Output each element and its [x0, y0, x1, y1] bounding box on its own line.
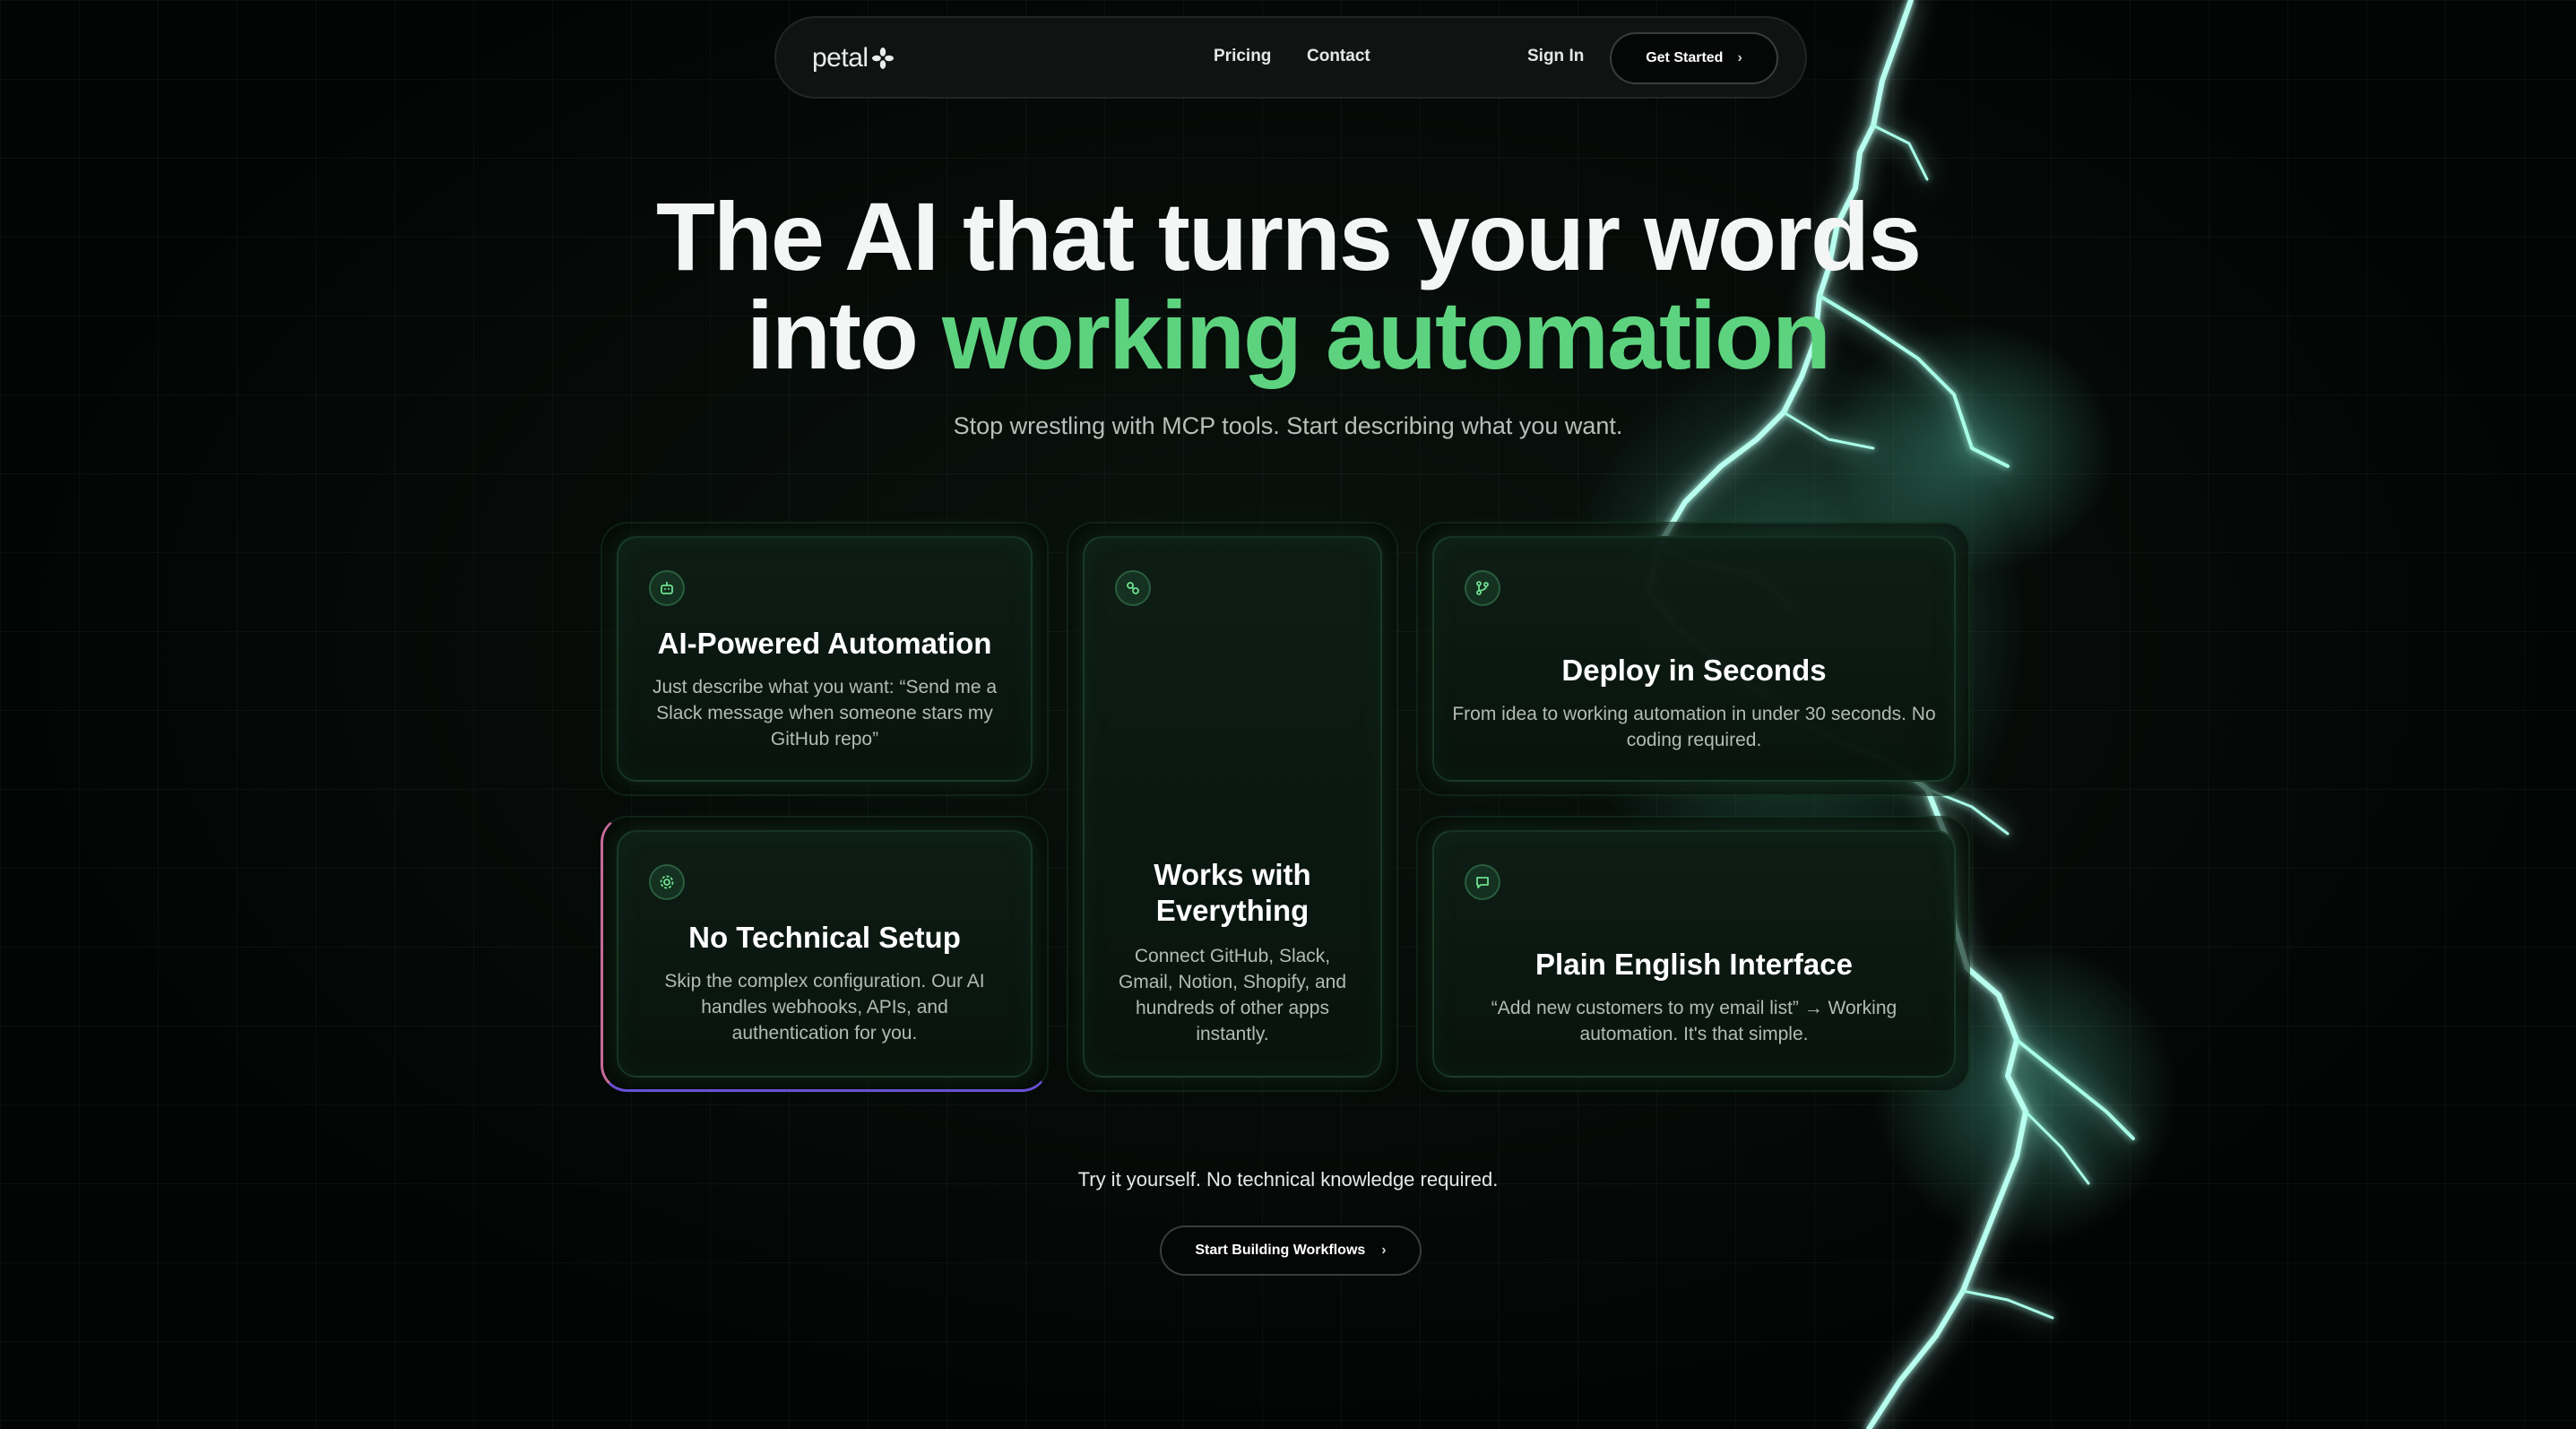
get-started-label: Get Started: [1646, 50, 1724, 65]
feature-card-integrations: Works with Everything Connect GitHub, Sl…: [1083, 536, 1382, 1078]
hero-title-prefix: into: [747, 281, 942, 389]
feature-description: Connect GitHub, Slack, Gmail, Notion, Sh…: [1118, 946, 1347, 1044]
feature-card-deploy: Deploy in Seconds From idea to working a…: [1432, 536, 1956, 782]
cta-text: Try it yourself. No technical knowledge …: [1077, 1168, 1499, 1191]
nav-link-pricing[interactable]: Pricing: [1214, 47, 1271, 66]
gear-icon: [649, 864, 685, 900]
chat-icon: [1465, 864, 1500, 900]
feature-title: AI-Powered Automation: [657, 627, 992, 660]
start-building-button[interactable]: Start Building Workflows ›: [1160, 1225, 1422, 1276]
feature-card-plain-english: Plain English Interface “Add new custome…: [1432, 830, 1956, 1078]
hero-title-highlight: working automation: [941, 281, 1831, 389]
hero-subtitle: Stop wrestling with MCP tools. Start des…: [953, 412, 1623, 439]
sign-in-link[interactable]: Sign In: [1527, 47, 1584, 66]
chevron-right-icon: ›: [1737, 50, 1742, 65]
hero-title-line-1: The AI that turns your words: [655, 182, 1922, 290]
feature-description: “Add new customers to my email list” → W…: [1491, 998, 1897, 1044]
feature-title: No Technical Setup: [688, 921, 961, 954]
logo[interactable]: petal: [812, 43, 895, 74]
top-navbar: petal Pricing Contact Sign In Get Starte…: [774, 16, 1807, 99]
logo-text: petal: [812, 43, 869, 73]
link-icon: [1115, 570, 1151, 606]
get-started-button[interactable]: Get Started ›: [1610, 32, 1778, 84]
git-branch-icon: [1465, 570, 1500, 606]
start-building-label: Start Building Workflows: [1195, 1243, 1366, 1258]
robot-icon: [649, 570, 685, 606]
petal-icon: [871, 48, 894, 69]
chevron-right-icon: ›: [1381, 1243, 1387, 1258]
feature-title: Plain English Interface: [1535, 948, 1853, 981]
feature-card-no-setup: No Technical Setup Skip the complex conf…: [617, 830, 1033, 1078]
feature-description: From idea to working automation in under…: [1452, 704, 1936, 750]
feature-title: Works with Everything: [1154, 858, 1311, 927]
page-background: petal Pricing Contact Sign In Get Starte…: [0, 0, 2576, 1429]
feature-description: Skip the complex configuration. Our AI h…: [664, 971, 985, 1044]
hero-title-line-2: into working automation: [0, 287, 2576, 384]
feature-description: Just describe what you want: “Send me a …: [652, 677, 998, 749]
feature-title: Deploy in Seconds: [1561, 654, 1827, 687]
feature-card-ai-automation: AI-Powered Automation Just describe what…: [617, 536, 1033, 782]
nav-link-contact[interactable]: Contact: [1307, 47, 1370, 66]
